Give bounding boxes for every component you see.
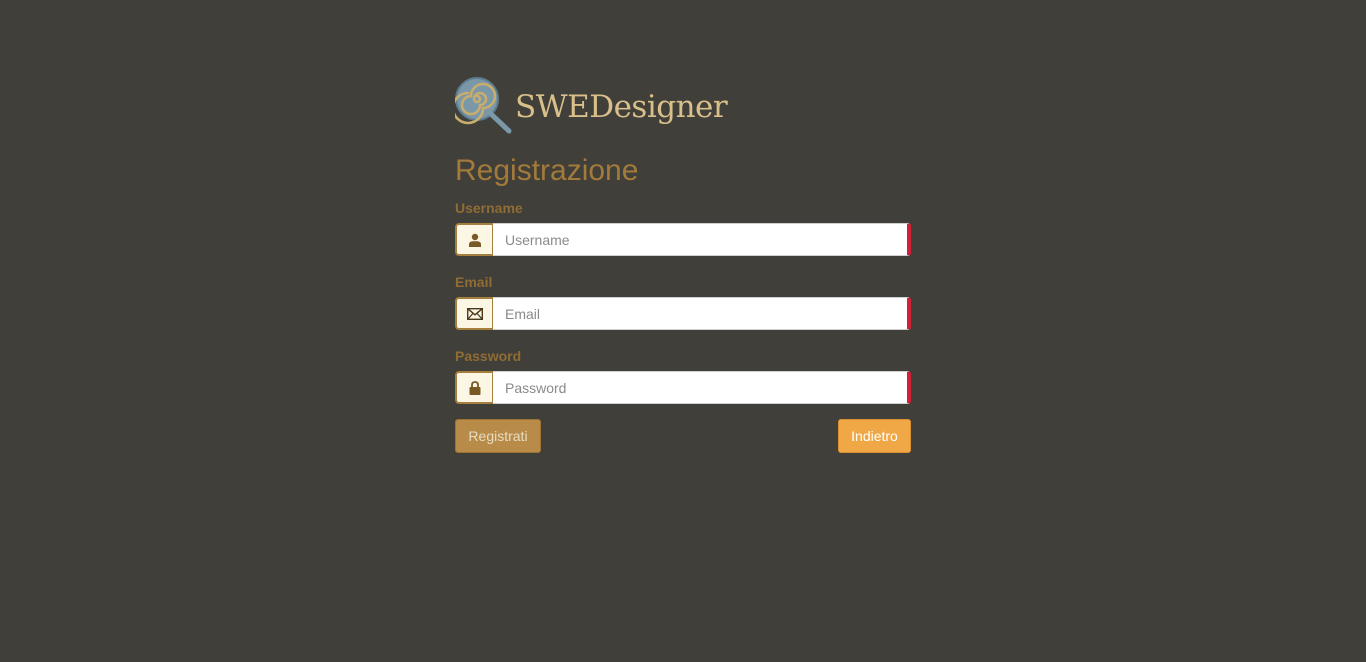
password-input[interactable] [493, 371, 911, 404]
email-label: Email [455, 274, 493, 290]
password-input-row [455, 371, 911, 404]
lollipop-magnifier-icon [451, 76, 513, 134]
page-title: Registrazione [455, 154, 639, 187]
username-group: Username [455, 200, 911, 256]
user-icon [455, 223, 493, 256]
username-input-row [455, 223, 911, 256]
registration-container: SWEDesigner Registrazione Username Email [451, 76, 911, 453]
back-button[interactable]: Indietro [838, 419, 911, 453]
brand: SWEDesigner [451, 76, 911, 134]
registration-page: SWEDesigner Registrazione Username Email [0, 0, 1366, 662]
email-input[interactable] [493, 297, 911, 330]
brand-name: SWEDesigner [515, 88, 728, 125]
password-label: Password [455, 348, 522, 364]
email-input-row [455, 297, 911, 330]
email-group: Email [455, 274, 911, 330]
envelope-icon [455, 297, 493, 330]
password-group: Password [455, 348, 911, 404]
username-input[interactable] [493, 223, 911, 256]
register-button[interactable]: Registrati [455, 419, 541, 453]
username-label: Username [455, 200, 523, 216]
form-actions: Registrati Indietro [455, 419, 911, 453]
lock-icon [455, 371, 493, 404]
